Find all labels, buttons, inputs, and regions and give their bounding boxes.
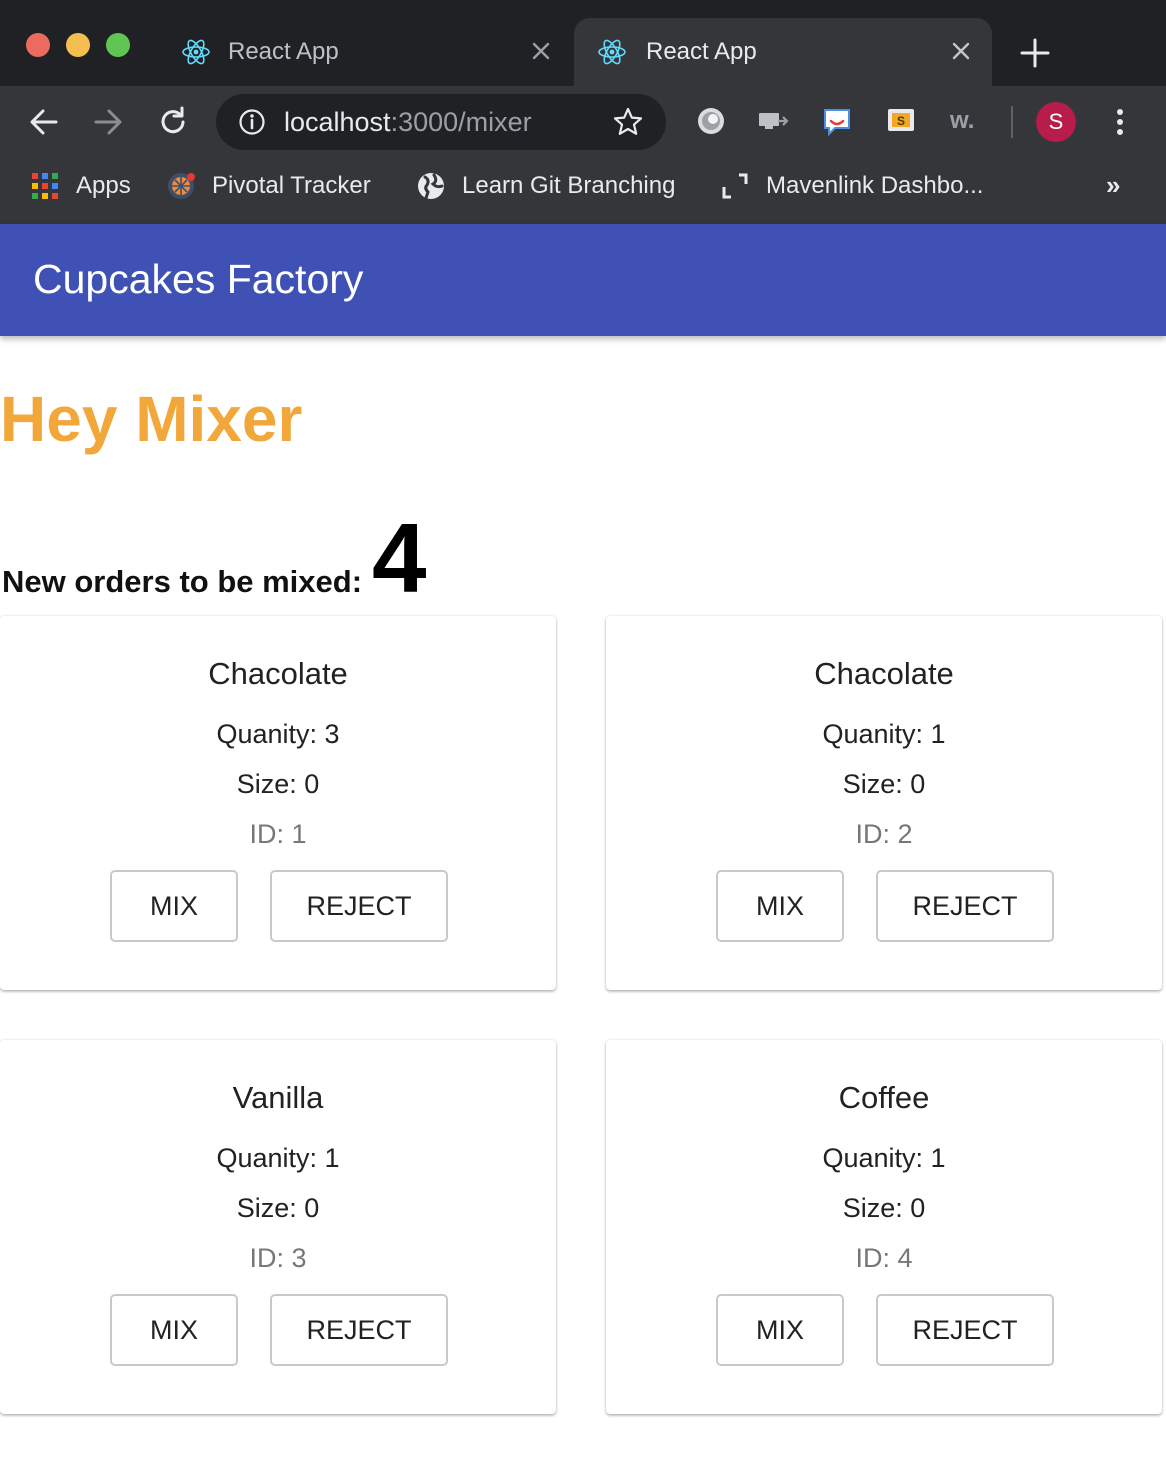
order-id: ID: 2: [855, 819, 913, 849]
profile-avatar[interactable]: S: [1036, 102, 1076, 142]
close-icon[interactable]: [528, 38, 554, 64]
bookmark-mavenlink[interactable]: Mavenlink Dashbo...: [720, 168, 983, 204]
pivotal-tracker-icon: [168, 173, 195, 199]
reject-button[interactable]: REJECT: [270, 1294, 448, 1366]
bookmark-label: Mavenlink Dashbo...: [766, 172, 984, 199]
sublime-extension-icon[interactable]: S: [884, 104, 918, 138]
mix-button[interactable]: MIX: [716, 1294, 844, 1366]
order-size: Size: 0: [236, 1193, 320, 1223]
order-id: ID: 3: [249, 1243, 307, 1273]
minimize-window-button[interactable]: [66, 33, 90, 57]
apps-grid-icon: [32, 173, 58, 199]
browser-chrome: React App React App localhost:3000/mixer…: [0, 0, 1166, 224]
circle-extension-icon[interactable]: [694, 104, 728, 138]
order-size: Size: 0: [842, 769, 926, 799]
url-text: localhost:3000/mixer: [284, 107, 532, 138]
reject-button[interactable]: REJECT: [876, 870, 1054, 942]
cast-extension-icon[interactable]: [756, 104, 790, 138]
close-window-button[interactable]: [26, 33, 50, 57]
reject-button[interactable]: REJECT: [876, 1294, 1054, 1366]
toolbar-divider: [1011, 106, 1013, 138]
order-card: Chacolate Quanity: 3 Size: 0 ID: 1 MIX R…: [0, 616, 556, 990]
more-menu-icon[interactable]: [1106, 104, 1134, 140]
site-info-icon[interactable]: [238, 108, 266, 136]
globe-icon: [418, 173, 444, 200]
react-logo-icon: [182, 39, 210, 65]
w-extension-icon[interactable]: w.: [948, 104, 982, 138]
order-flavor: Chacolate: [814, 656, 954, 691]
new-orders-label: New orders to be mixed:: [2, 564, 363, 599]
order-card: Vanilla Quanity: 1 Size: 0 ID: 3 MIX REJ…: [0, 1040, 556, 1414]
bookmarks-overflow-button[interactable]: »: [1106, 170, 1120, 201]
react-logo-icon: [598, 39, 626, 65]
mavenlink-icon: [722, 173, 748, 199]
order-quantity: Quanity: 1: [216, 1143, 340, 1173]
order-quantity: Quanity: 3: [216, 719, 340, 749]
url-host: localhost: [284, 107, 391, 137]
order-card: Chacolate Quanity: 1 Size: 0 ID: 2 MIX R…: [606, 616, 1162, 990]
order-flavor: Chacolate: [208, 656, 348, 691]
mix-button[interactable]: MIX: [110, 1294, 238, 1366]
order-card: Coffee Quanity: 1 Size: 0 ID: 4 MIX REJE…: [606, 1040, 1162, 1414]
bookmark-label: Apps: [76, 172, 131, 199]
order-quantity: Quanity: 1: [822, 1143, 946, 1173]
mix-button[interactable]: MIX: [110, 870, 238, 942]
bookmark-pivotal-tracker[interactable]: Pivotal Tracker: [166, 168, 371, 204]
order-id: ID: 1: [249, 819, 307, 849]
tab-title: React App: [646, 38, 757, 65]
back-arrow-icon[interactable]: [26, 104, 62, 140]
order-size: Size: 0: [842, 1193, 926, 1223]
order-id: ID: 4: [855, 1243, 913, 1273]
order-flavor: Coffee: [838, 1080, 930, 1115]
app-bar: Cupcakes Factory: [0, 224, 1166, 336]
order-flavor: Vanilla: [232, 1080, 324, 1115]
url-path: :3000/mixer: [390, 107, 532, 137]
new-orders-summary: New orders to be mixed: 4: [2, 503, 427, 613]
bookmark-learn-git-branching[interactable]: Learn Git Branching: [416, 168, 675, 204]
tab-title: React App: [228, 38, 339, 65]
new-orders-count: 4: [372, 503, 427, 613]
mix-button[interactable]: MIX: [716, 870, 844, 942]
svg-text:w.: w.: [949, 107, 974, 134]
bookmark-apps[interactable]: Apps: [30, 168, 131, 204]
reject-button[interactable]: REJECT: [270, 870, 448, 942]
forward-arrow-icon[interactable]: [90, 104, 126, 140]
chat-extension-icon[interactable]: [820, 104, 854, 138]
bookmark-star-icon[interactable]: [612, 106, 644, 138]
bookmark-label: Learn Git Branching: [462, 172, 676, 199]
page-heading: Hey Mixer: [0, 383, 303, 455]
close-icon[interactable]: [948, 38, 974, 64]
tab-strip: React App React App: [0, 0, 1166, 86]
maximize-window-button[interactable]: [106, 33, 130, 57]
new-tab-plus-icon[interactable]: [1018, 36, 1052, 70]
reload-icon[interactable]: [155, 104, 191, 140]
tab-react-app-1[interactable]: React App: [160, 18, 572, 86]
bookmark-label: Pivotal Tracker: [212, 172, 371, 199]
order-size: Size: 0: [236, 769, 320, 799]
address-bar[interactable]: localhost:3000/mixer: [216, 94, 666, 150]
tab-react-app-2[interactable]: React App: [574, 18, 992, 86]
svg-text:S: S: [897, 114, 905, 128]
order-quantity: Quanity: 1: [822, 719, 946, 749]
app-title: Cupcakes Factory: [33, 256, 364, 302]
